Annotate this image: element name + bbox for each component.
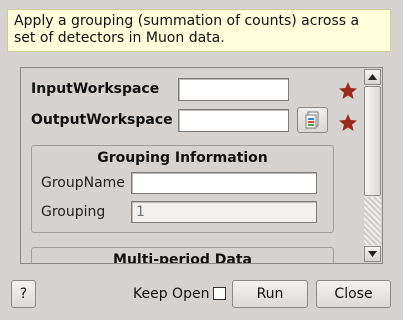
keep-open-label: Keep Open bbox=[133, 286, 210, 302]
close-button[interactable]: Close bbox=[316, 280, 391, 308]
input-workspace-label: InputWorkspace bbox=[31, 81, 160, 97]
grouping-information-group: Grouping Information GroupName Grouping bbox=[31, 145, 334, 233]
keep-open-checkbox[interactable] bbox=[213, 287, 226, 300]
scroll-track[interactable] bbox=[364, 197, 381, 245]
help-button[interactable]: ? bbox=[11, 280, 36, 308]
scroll-thumb[interactable] bbox=[364, 86, 381, 196]
workspace-browse-icon bbox=[305, 111, 318, 129]
mandatory-star-icon bbox=[339, 114, 357, 131]
multi-period-data-title: Multi-period Data bbox=[113, 252, 252, 264]
properties-scrollbar[interactable] bbox=[364, 69, 381, 262]
algorithm-description: Apply a grouping (summation of counts) a… bbox=[7, 9, 391, 52]
output-workspace-label: OutputWorkspace bbox=[31, 112, 173, 128]
triangle-up-icon bbox=[368, 74, 377, 80]
scroll-down-button[interactable] bbox=[364, 246, 381, 262]
group-name-label: GroupName bbox=[41, 175, 125, 191]
run-button[interactable]: Run bbox=[232, 280, 308, 308]
input-workspace-field[interactable] bbox=[178, 78, 289, 101]
workspace-browse-button[interactable] bbox=[297, 107, 328, 133]
multi-period-data-group: Multi-period Data bbox=[31, 247, 334, 264]
grouping-field[interactable] bbox=[131, 201, 317, 223]
grouping-label: Grouping bbox=[41, 204, 106, 220]
output-workspace-field[interactable] bbox=[178, 109, 289, 132]
mandatory-star-icon bbox=[339, 82, 357, 99]
scroll-up-button[interactable] bbox=[364, 69, 381, 85]
properties-panel: InputWorkspace OutputWorkspace Grouping … bbox=[20, 67, 383, 264]
grouping-information-title: Grouping Information bbox=[97, 150, 268, 166]
triangle-down-icon bbox=[368, 251, 377, 257]
group-name-field[interactable] bbox=[131, 172, 317, 194]
